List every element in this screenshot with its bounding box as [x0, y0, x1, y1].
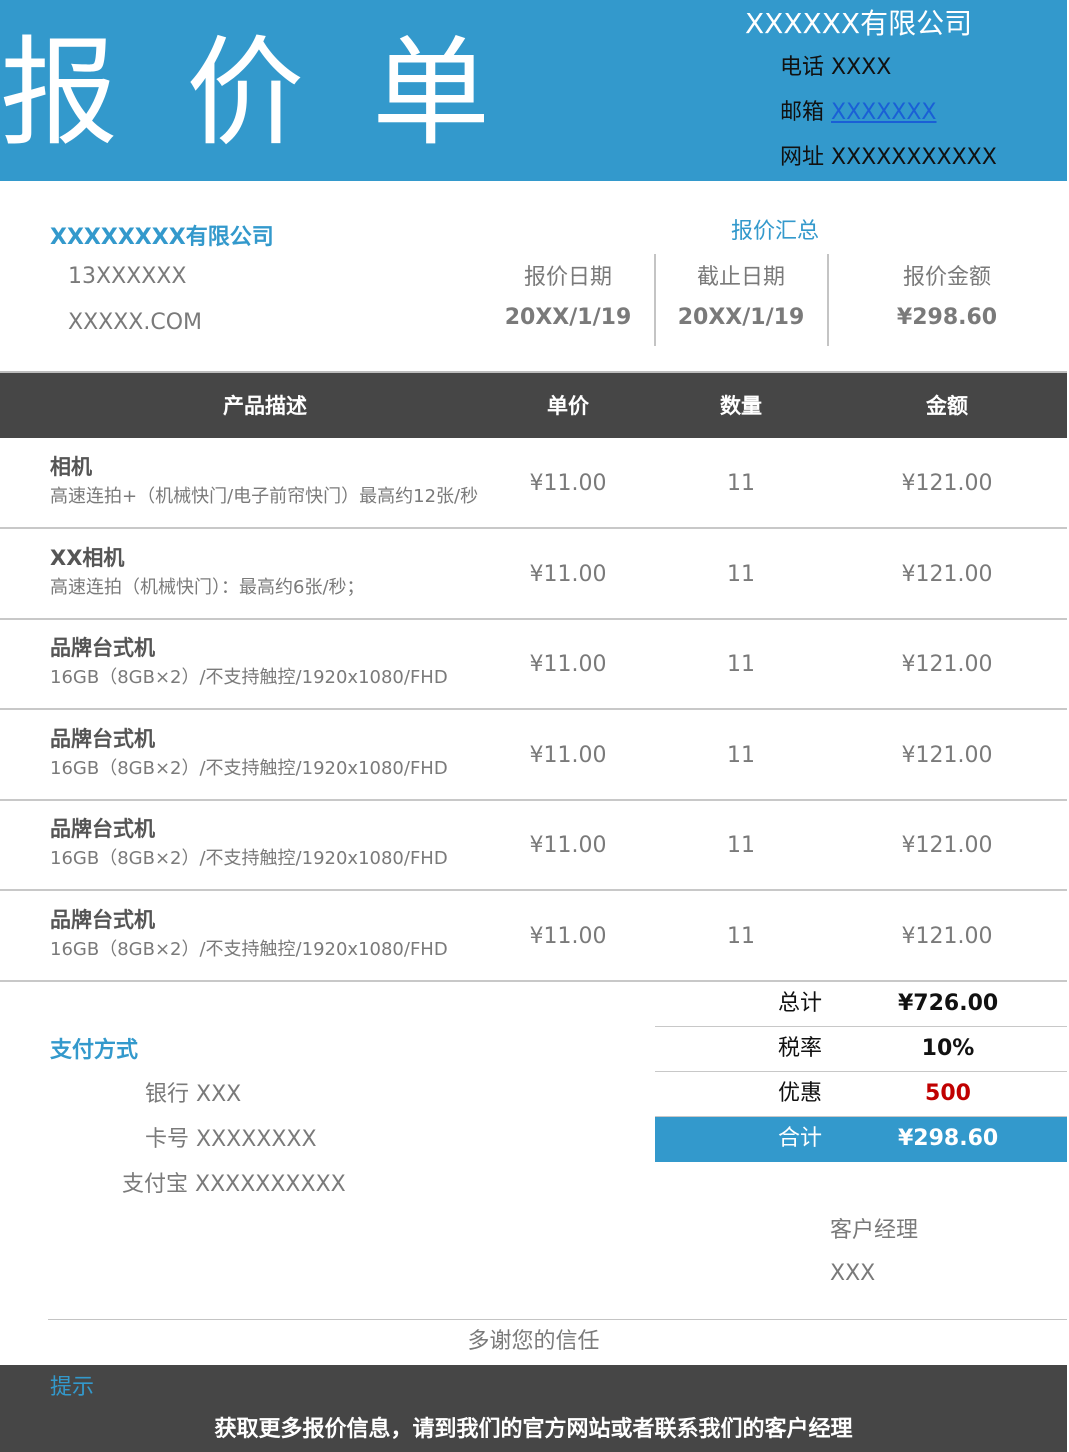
- column-header-amount: 金额: [926, 394, 968, 418]
- payment-alipay: 支付宝 XXXXXXXXXX: [122, 1172, 346, 1197]
- unit-price: ¥11.00: [529, 833, 607, 858]
- payment-card: 卡号 XXXXXXXX: [145, 1127, 317, 1152]
- tip-title: 提示: [50, 1375, 95, 1400]
- discount-label: 优惠: [777, 1081, 822, 1106]
- quantity: 11: [727, 471, 755, 496]
- subtotal-row: 总计 ¥726.00: [655, 982, 1067, 1027]
- subtotal-value: ¥726.00: [898, 991, 999, 1016]
- product-description: 高速连拍（机械快门）：最高约6张/秒；: [50, 577, 365, 598]
- client-phone: 13XXXXXX: [68, 264, 187, 289]
- quantity: 11: [727, 652, 755, 677]
- tax-row: 税率 10%: [655, 1027, 1067, 1072]
- divider: [48, 1319, 1067, 1320]
- column-header-quantity: 数量: [720, 394, 762, 418]
- quote-date: 20XX/1/19: [504, 305, 632, 330]
- manager-name: XXX: [830, 1261, 876, 1286]
- unit-price: ¥11.00: [529, 652, 607, 677]
- table-row: 品牌台式机 16GB（8GB×2）/不支持触控/1920x1080/FHD ¥1…: [0, 710, 1067, 801]
- manager-label: 客户经理: [830, 1218, 919, 1243]
- company-email: 邮箱 XXXXXXX: [780, 98, 937, 128]
- quote-amount-label: 报价金额: [902, 265, 991, 290]
- header-band: 报 价 单 XXXXXX有限公司 电话 XXXX 邮箱 XXXXXXX 网址 X…: [0, 0, 1067, 181]
- deadline-label: 截止日期: [696, 265, 785, 290]
- total-label: 合计: [777, 1126, 822, 1151]
- document-title-char: 价: [186, 24, 305, 162]
- quantity: 11: [727, 924, 755, 949]
- thanks-message: 多谢您的信任: [467, 1329, 600, 1354]
- column-header-description: 产品描述: [223, 394, 307, 418]
- line-amount: ¥121.00: [901, 743, 993, 768]
- line-amount: ¥121.00: [901, 562, 993, 587]
- product-description: 16GB（8GB×2）/不支持触控/1920x1080/FHD: [50, 939, 448, 960]
- client-website: XXXXX.COM: [68, 310, 203, 335]
- footer: 提示 获取更多报价信息，请到我们的官方网站或者联系我们的客户经理: [0, 1365, 1067, 1452]
- document-title-char: 报: [0, 24, 119, 162]
- unit-price: ¥11.00: [529, 743, 607, 768]
- line-amount: ¥121.00: [901, 833, 993, 858]
- product-name: 品牌台式机: [50, 636, 155, 660]
- quantity: 11: [727, 833, 755, 858]
- product-name: 品牌台式机: [50, 817, 155, 841]
- table-row: 相机 高速连拍+（机械快门/电子前帘快门）最高约12张/秒 ¥11.00 11 …: [0, 438, 1067, 529]
- email-label: 邮箱: [780, 100, 831, 125]
- tax-label: 税率: [777, 1036, 822, 1061]
- column-header-price: 单价: [547, 394, 589, 418]
- quantity: 11: [727, 743, 755, 768]
- product-name: 品牌台式机: [50, 727, 155, 751]
- line-amount: ¥121.00: [901, 471, 993, 496]
- quote-amount: ¥298.60: [896, 305, 998, 330]
- product-description: 16GB（8GB×2）/不支持触控/1920x1080/FHD: [50, 848, 448, 869]
- client-name: XXXXXXXX有限公司: [50, 225, 274, 250]
- product-name: XX相机: [50, 546, 125, 570]
- line-amount: ¥121.00: [901, 924, 993, 949]
- unit-price: ¥11.00: [529, 562, 607, 587]
- deadline-date: 20XX/1/19: [677, 305, 805, 330]
- discount-row: 优惠 500: [655, 1072, 1067, 1117]
- summary-divider: [827, 254, 829, 346]
- payment-title: 支付方式: [50, 1038, 139, 1063]
- line-amount: ¥121.00: [901, 652, 993, 677]
- total-row: 合计 ¥298.60: [655, 1117, 1067, 1162]
- product-description: 16GB（8GB×2）/不支持触控/1920x1080/FHD: [50, 758, 448, 779]
- quantity: 11: [727, 562, 755, 587]
- table-row: 品牌台式机 16GB（8GB×2）/不支持触控/1920x1080/FHD ¥1…: [0, 619, 1067, 710]
- summary-divider: [654, 254, 656, 346]
- discount-value: 500: [925, 1081, 971, 1106]
- summary-title: 报价汇总: [730, 219, 819, 244]
- product-description: 16GB（8GB×2）/不支持触控/1920x1080/FHD: [50, 667, 448, 688]
- tax-value: 10%: [921, 1036, 975, 1061]
- unit-price: ¥11.00: [529, 924, 607, 949]
- product-name: 相机: [50, 455, 92, 479]
- company-website: 网址 XXXXXXXXXXX: [780, 145, 997, 170]
- tip-text: 获取更多报价信息，请到我们的官方网站或者联系我们的客户经理: [214, 1417, 853, 1442]
- email-link[interactable]: XXXXXXX: [831, 100, 937, 125]
- payment-bank: 银行 XXX: [145, 1082, 242, 1107]
- unit-price: ¥11.00: [529, 471, 607, 496]
- company-name: XXXXXX有限公司: [745, 7, 973, 40]
- company-phone: 电话 XXXX: [780, 55, 892, 80]
- total-value: ¥298.60: [898, 1126, 999, 1151]
- table-row: 品牌台式机 16GB（8GB×2）/不支持触控/1920x1080/FHD ¥1…: [0, 800, 1067, 891]
- product-name: 品牌台式机: [50, 908, 155, 932]
- table-row: 品牌台式机 16GB（8GB×2）/不支持触控/1920x1080/FHD ¥1…: [0, 891, 1067, 982]
- table-header: 产品描述 单价 数量 金额: [0, 371, 1067, 438]
- table-row: XX相机 高速连拍（机械快门）：最高约6张/秒； ¥11.00 11 ¥121.…: [0, 529, 1067, 620]
- quote-date-label: 报价日期: [523, 265, 612, 290]
- product-description: 高速连拍+（机械快门/电子前帘快门）最高约12张/秒: [50, 486, 479, 507]
- subtotal-label: 总计: [777, 991, 822, 1016]
- document-title-char: 单: [372, 24, 491, 162]
